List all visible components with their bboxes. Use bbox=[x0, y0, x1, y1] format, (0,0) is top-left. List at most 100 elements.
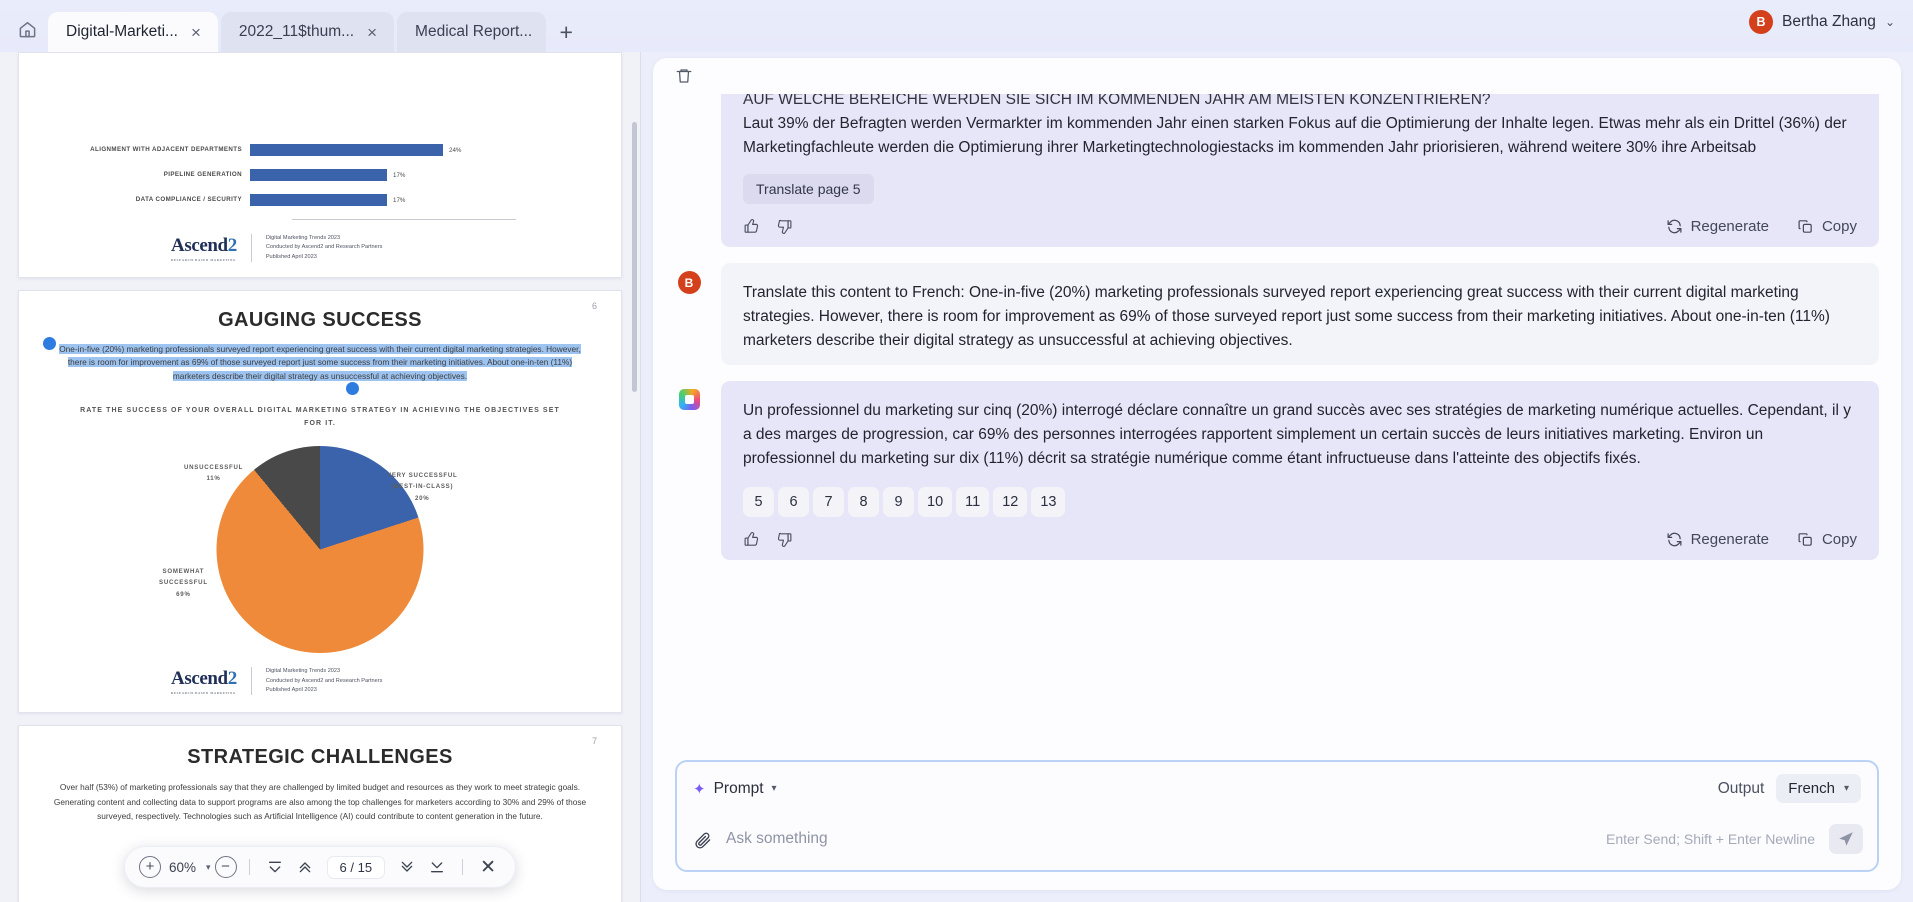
feedback-group bbox=[743, 531, 793, 548]
message-icon-slot: B bbox=[675, 263, 703, 365]
feedback-group bbox=[743, 218, 793, 235]
user-menu[interactable]: B Bertha Zhang ⌄ bbox=[1749, 10, 1895, 34]
bar-value: 17% bbox=[393, 196, 406, 204]
send-button[interactable] bbox=[1829, 824, 1863, 854]
page-source: Digital Marketing Trends 2023 Conducted … bbox=[266, 234, 383, 263]
ascend2-logo: Ascend2 RESEARCH-BASED MARKETING bbox=[171, 667, 237, 695]
translate-page-chip[interactable]: Translate page 5 bbox=[743, 174, 874, 205]
thumbs-down-icon bbox=[776, 218, 793, 235]
close-toolbar-button[interactable]: ✕ bbox=[475, 856, 501, 879]
page-chip[interactable]: 9 bbox=[883, 487, 914, 518]
chevron-down-icon[interactable]: ▾ bbox=[206, 862, 211, 873]
chevron-down-icon: ⌄ bbox=[1884, 15, 1895, 29]
pdf-scrollbar[interactable] bbox=[632, 122, 637, 392]
copy-button[interactable]: Copy bbox=[1797, 531, 1857, 548]
bar-chart: ALIGNMENT WITH ADJACENT DEPARTMENTS 24% … bbox=[19, 143, 621, 220]
pie-label-unsuccessful: UNSUCCESSFUL 11% bbox=[184, 463, 244, 483]
chevron-down-icon: ▾ bbox=[1843, 783, 1849, 794]
pdf-page-5[interactable]: ALIGNMENT WITH ADJACENT DEPARTMENTS 24% … bbox=[18, 52, 622, 278]
page-chip[interactable]: 11 bbox=[956, 487, 990, 518]
new-tab-button[interactable]: + bbox=[551, 12, 581, 52]
pdf-viewer-pane: ALIGNMENT WITH ADJACENT DEPARTMENTS 24% … bbox=[0, 52, 641, 902]
page-source: Digital Marketing Trends 2023 Conducted … bbox=[266, 667, 383, 696]
clipped-heading: AUF WELCHE BEREICHE WERDEN SIE SICH IM K… bbox=[743, 94, 1491, 108]
first-page-icon bbox=[267, 859, 283, 875]
copy-icon bbox=[1797, 531, 1814, 548]
message-bubble: Un professionnel du marketing sur cinq (… bbox=[721, 381, 1879, 561]
refresh-icon bbox=[1666, 218, 1683, 235]
tab-2022-11-thumb[interactable]: 2022_11$thum... × bbox=[220, 12, 395, 52]
tab-close-icon[interactable]: × bbox=[364, 22, 380, 43]
message-actions: Regenerate Copy bbox=[743, 531, 1857, 548]
message-icon-slot bbox=[675, 94, 703, 247]
thumbs-down-button[interactable] bbox=[776, 531, 793, 548]
page-indicator[interactable]: 6 / 15 bbox=[326, 855, 386, 879]
output-language-group: Output French ▾ bbox=[1718, 774, 1861, 803]
tab-medical-report[interactable]: Medical Report... bbox=[397, 12, 547, 52]
attach-button[interactable] bbox=[693, 830, 712, 849]
tab-close-icon[interactable]: × bbox=[188, 22, 204, 43]
pdf-page-6[interactable]: 6 GAUGING SUCCESS One-in-five (20%) mark… bbox=[18, 290, 622, 714]
selected-text: One-in-five (20%) marketing professional… bbox=[59, 344, 581, 381]
thumbs-down-button[interactable] bbox=[776, 218, 793, 235]
regenerate-button[interactable]: Regenerate bbox=[1666, 218, 1769, 235]
thumbs-up-button[interactable] bbox=[743, 531, 760, 548]
bar-track: 24% bbox=[250, 143, 561, 156]
prev-page-icon bbox=[297, 859, 313, 875]
pie-label-somewhat-successful: SOMEWHAT SUCCESSFUL 69% bbox=[159, 567, 208, 598]
page-chip[interactable]: 5 bbox=[743, 487, 774, 518]
copy-button[interactable]: Copy bbox=[1797, 218, 1857, 235]
chat-pane: AUF WELCHE BEREICHE WERDEN SIE SICH IM K… bbox=[641, 52, 1913, 902]
page-number: 7 bbox=[591, 736, 597, 747]
page-chip[interactable]: 12 bbox=[993, 487, 1028, 518]
pdf-scroll-area[interactable]: ALIGNMENT WITH ADJACENT DEPARTMENTS 24% … bbox=[0, 52, 640, 902]
home-button[interactable] bbox=[10, 12, 44, 46]
message-bubble: Translate this content to French: One-in… bbox=[721, 263, 1879, 366]
language-selector[interactable]: French ▾ bbox=[1776, 774, 1861, 803]
prev-page-button[interactable] bbox=[292, 854, 318, 880]
zoom-level[interactable]: 60% bbox=[165, 860, 200, 875]
tab-label: 2022_11$thum... bbox=[238, 23, 355, 40]
last-page-button[interactable] bbox=[424, 854, 450, 880]
output-label: Output bbox=[1717, 779, 1765, 797]
page-chip[interactable]: 13 bbox=[1031, 487, 1066, 518]
page-chip[interactable]: 7 bbox=[813, 487, 844, 518]
page-chip[interactable]: 6 bbox=[778, 487, 809, 518]
composer: ✦ Prompt ▾ Output French ▾ Ask something… bbox=[675, 760, 1879, 872]
selection-handle-end[interactable] bbox=[346, 382, 359, 396]
first-page-button[interactable] bbox=[262, 854, 288, 880]
selection-handle-start[interactable] bbox=[43, 337, 56, 350]
zoom-out-button[interactable]: − bbox=[214, 856, 237, 878]
language-value: French bbox=[1788, 780, 1835, 797]
assistant-logo-icon bbox=[678, 389, 700, 411]
tab-digital-marketing[interactable]: Digital-Marketi... × bbox=[48, 12, 218, 52]
tab-label: Medical Report... bbox=[415, 23, 533, 40]
send-hint: Enter Send; Shift + Enter Newline bbox=[1606, 831, 1815, 847]
prompt-label: Prompt bbox=[713, 779, 764, 797]
paperclip-icon bbox=[693, 830, 712, 849]
message-ai-french: Un professionnel du marketing sur cinq (… bbox=[675, 381, 1879, 561]
source-line: Published April 2023 bbox=[265, 254, 317, 261]
page-intro-text[interactable]: One-in-five (20%) marketing professional… bbox=[19, 337, 621, 396]
copy-label: Copy bbox=[1821, 531, 1857, 549]
prompt-selector[interactable]: ✦ Prompt ▾ bbox=[693, 780, 777, 798]
thumbs-up-icon bbox=[743, 531, 760, 548]
tab-strip: Digital-Marketi... × 2022_11$thum... × M… bbox=[48, 12, 581, 52]
regenerate-button[interactable]: Regenerate bbox=[1666, 531, 1769, 548]
source-line: Published April 2023 bbox=[265, 687, 317, 694]
chart-question: RATE THE SUCCESS OF YOUR OVERALL DIGITAL… bbox=[80, 407, 560, 427]
thumbs-up-button[interactable] bbox=[743, 218, 760, 235]
delete-conversation-button[interactable] bbox=[675, 67, 693, 85]
pdf-toolbar: + 60% ▾ − 6 / 15 ✕ bbox=[123, 846, 517, 888]
divider bbox=[250, 667, 252, 696]
ask-input[interactable] bbox=[726, 830, 1593, 848]
zoom-in-button[interactable]: + bbox=[138, 856, 161, 878]
message-list[interactable]: AUF WELCHE BEREICHE WERDEN SIE SICH IM K… bbox=[653, 94, 1901, 756]
page-chip[interactable]: 10 bbox=[918, 487, 953, 518]
page-chip[interactable]: 8 bbox=[848, 487, 879, 518]
action-group: Regenerate Copy bbox=[1666, 531, 1857, 548]
user-name: Bertha Zhang bbox=[1782, 13, 1876, 30]
next-page-button[interactable] bbox=[394, 854, 420, 880]
source-line: Conducted by Ascend2 and Research Partne… bbox=[265, 244, 383, 251]
avatar: B bbox=[677, 271, 701, 295]
